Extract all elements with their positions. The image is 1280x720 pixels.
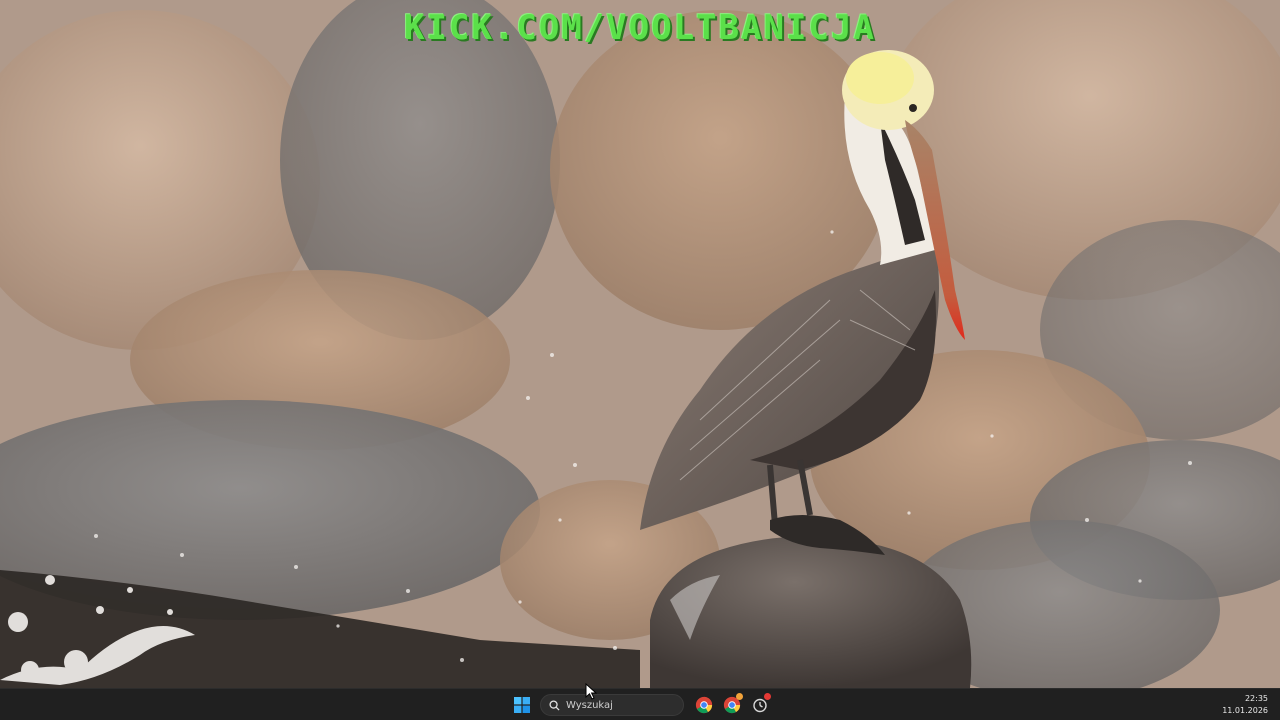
taskbar-timer-app-button[interactable] <box>746 692 774 718</box>
clock-time: 22:35 <box>1244 694 1268 703</box>
mouse-cursor-icon <box>585 683 597 700</box>
taskbar-search-box[interactable]: Wyszukaj <box>540 694 684 716</box>
taskbar: Wyszukaj 22:35 11.01.2026 <box>0 688 1280 720</box>
stream-url-overlay: KICK.COM/VOOLTBANICJA <box>404 8 876 48</box>
desktop-wallpaper: KICK.COM/VOOLTBANICJA <box>0 0 1280 688</box>
clock-date: 11.01.2026 <box>1222 706 1268 715</box>
taskbar-chrome-button[interactable] <box>690 692 718 718</box>
wallpaper-image <box>0 0 1280 688</box>
chrome-icon <box>695 696 713 714</box>
alert-badge <box>764 693 771 700</box>
start-button[interactable] <box>508 692 536 718</box>
search-placeholder: Wyszukaj <box>566 699 613 711</box>
notification-badge <box>736 693 743 700</box>
search-icon <box>549 699 560 711</box>
windows-start-icon <box>514 697 530 713</box>
taskbar-chrome-profile-button[interactable] <box>718 692 746 718</box>
system-clock[interactable]: 22:35 11.01.2026 <box>1222 693 1268 717</box>
taskbar-center: Wyszukaj <box>508 692 774 718</box>
